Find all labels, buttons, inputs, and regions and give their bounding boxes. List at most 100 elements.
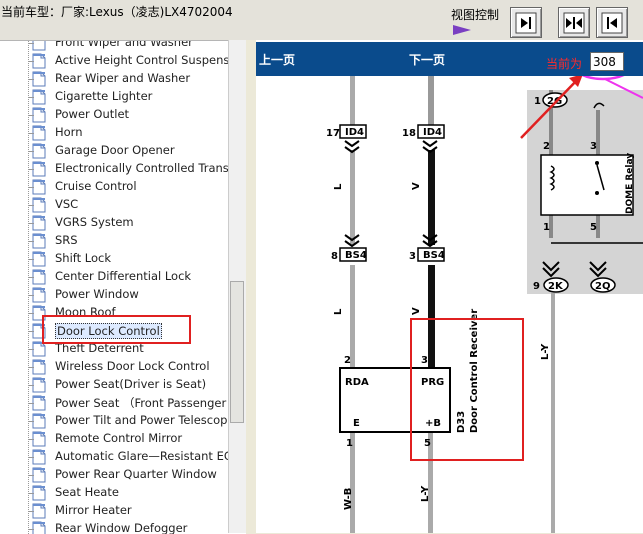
expand-both-icon [563,12,585,34]
tree-item-label: Front Wiper and Washer [55,40,193,49]
pin-17: 17 [326,128,340,139]
wire-color-v-2: V [411,307,422,315]
document-icon [32,431,46,447]
document-icon [32,395,46,411]
tree-item-label: VGRS System [55,215,134,229]
document-icon [32,71,46,87]
relay-pin-9: 9 [533,281,540,292]
tree-item-label: Seat Heate [55,485,119,499]
show-both-panels-button[interactable] [558,7,590,38]
tree-item-label: Center Differential Lock [55,269,192,283]
document-icon [32,287,46,303]
relay-name: DOME Relay [625,153,635,214]
relay-pin-3: 3 [590,141,597,152]
next-page-link[interactable]: 下一页 [409,51,445,68]
terminal-rda: RDA [345,377,369,388]
relay-pin-1-top: 1 [534,96,541,107]
document-icon [32,41,46,51]
connector-bs4-left: BS4 [345,250,367,261]
document-icon [32,467,46,483]
connector-2q: 2Q [595,281,610,292]
document-icon [32,215,46,231]
vehicle-label: 当前车型：厂家:Lexus（凌志)LX4702004 [1,5,233,19]
tree-item-label: Power Outlet [55,107,130,121]
document-icon [32,485,46,501]
wiring-diagram: 17 ID4 18 ID4 L V 8 BS4 3 BS4 L V 2 3 RD… [326,76,643,533]
document-icon [32,359,46,375]
tree-item-label: Cruise Control [55,179,137,193]
system-tree-panel: Front Wiper and Washer Active Height Cont… [0,40,246,534]
tree-item-label: SRS [55,233,78,247]
document-icon [32,143,46,159]
wire-color-wb: W-B [343,488,354,510]
tree-connector [28,41,29,534]
relay-pin-5: 5 [590,222,597,233]
document-icon [32,521,46,534]
document-icon [32,53,46,69]
document-icon [32,251,46,267]
tree-item-label: Electronically Controlled Trans [55,161,229,175]
document-icon [32,107,46,123]
tree-item-label: Shift Lock [55,251,112,265]
connector-2k: 2K [548,281,564,292]
pin-1: 1 [346,438,353,449]
connector-id4-left: ID4 [345,127,364,138]
document-icon [32,377,46,393]
current-page-label: 当前为 [546,57,583,71]
collapse-left-icon [515,12,537,34]
pin-8: 8 [331,251,338,262]
wire-color-ly-1: L-Y [420,485,431,502]
pin-2: 2 [344,355,351,366]
document-icon [32,413,46,429]
tree-item-label: Active Height Control Suspens [55,53,230,67]
highlight-box-receiver [410,318,524,461]
tree-item-label: Automatic Glare—Resistant EC [55,449,232,463]
collapse-right-icon [601,12,623,34]
tree-item-label: VSC [55,197,79,211]
tree-item-label: Rear Window Defogger [55,521,188,534]
document-icon [32,197,46,213]
document-icon [32,449,46,465]
terminal-e: E [353,418,360,429]
highlight-box-tree-item [42,315,191,344]
tree-item-label: Power Seat(Driver is Seat) [55,377,207,391]
document-icon [32,89,46,105]
tree-item-label: Power Window [55,287,139,301]
tree-item-label: Wireless Door Lock Control [55,359,210,373]
page-number-input[interactable] [590,52,624,71]
tree-item-label: Power Rear Quarter Window [55,467,217,481]
panel-splitter[interactable] [246,40,256,533]
tree-item-label: Remote Control Mirror [55,431,183,445]
connector-id4-right: ID4 [423,127,442,138]
top-bar: 当前车型：厂家:Lexus（凌志)LX4702004 视图控制 [0,0,643,40]
prev-page-link[interactable]: 上一页 [259,51,295,68]
tree-item-label: Mirror Heater [55,503,132,517]
tree-item-label: Rear Wiper and Washer [55,71,191,85]
diagram-nav-bar [256,42,643,76]
tree-item-label: Horn [55,125,83,139]
document-icon [32,503,46,519]
pin-18: 18 [402,128,416,139]
document-icon [32,125,46,141]
relay-pin-1: 1 [543,222,550,233]
view-control-label: 视图控制 [451,8,500,22]
pointer-arrow-icon [453,25,471,35]
document-icon [32,179,46,195]
collapse-right-panel-button[interactable] [596,7,628,38]
wire-color-v-1: V [411,182,422,190]
document-icon [32,233,46,249]
tree-item-label: Cigarette Lighter [55,89,153,103]
tree-scrollbar-thumb[interactable] [230,281,244,423]
collapse-left-panel-button[interactable] [510,7,542,38]
document-icon [32,269,46,285]
tree-item-label: Garage Door Opener [55,143,175,157]
tree-item-label: Power Tilt and Power Telescop [55,413,228,427]
relay-pin-2: 2 [543,141,550,152]
document-icon [32,161,46,177]
connector-bs4-right: BS4 [423,250,445,261]
wire-color-l-2: L [333,308,344,315]
tree-item-label: Power Seat （Front Passenger [55,396,227,410]
wire-color-l-1: L [333,183,344,190]
wire-color-ly-2: L-Y [540,343,551,360]
pin-3-bs4: 3 [409,251,416,262]
